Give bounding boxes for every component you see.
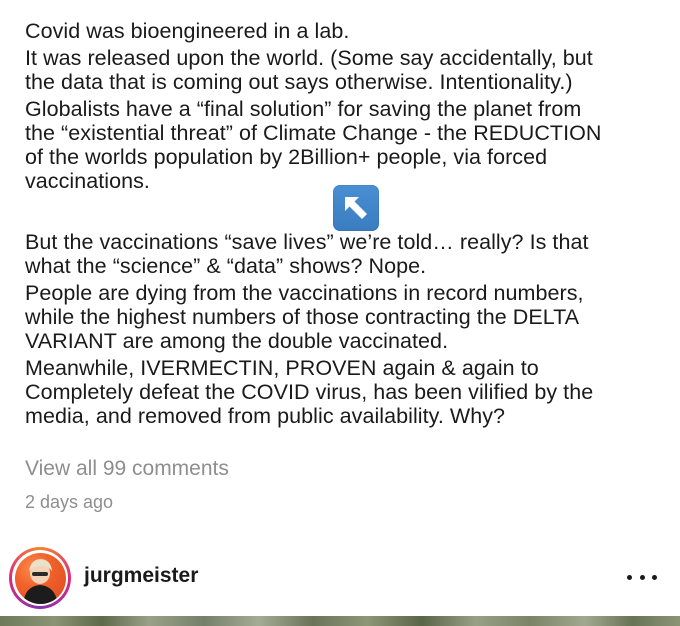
caption-line: But the vaccinations “save lives” we’re … bbox=[25, 230, 589, 254]
caption-line: the “existential threat” of Climate Chan… bbox=[25, 121, 602, 145]
up-left-arrow-emoji bbox=[333, 185, 379, 231]
caption-paragraph: Meanwhile, IVERMECTIN, PROVEN again & ag… bbox=[25, 356, 665, 428]
caption-paragraph: It was released upon the world. (Some sa… bbox=[25, 46, 665, 94]
caption-line: Completely defeat the COVID virus, has b… bbox=[25, 380, 594, 404]
caption-paragraph: But the vaccinations “save lives” we’re … bbox=[25, 230, 665, 278]
caption-line: what the “science” & “data” shows? Nope. bbox=[25, 254, 427, 278]
up-left-arrow-icon bbox=[345, 197, 367, 219]
view-all-comments-link[interactable]: View all 99 comments bbox=[25, 457, 229, 481]
caption-paragraph: Globalists have a “final solution” for s… bbox=[25, 97, 665, 193]
caption-line: VARIANT are among the double vaccinated. bbox=[25, 329, 449, 353]
caption-line: the data that is coming out says otherwi… bbox=[25, 70, 573, 94]
post-image-preview bbox=[0, 616, 680, 626]
caption-paragraph: Covid was bioengineered in a lab. bbox=[25, 19, 665, 43]
caption-line: media, and removed from public availabil… bbox=[25, 404, 506, 428]
caption-line: People are dying from the vaccinations i… bbox=[25, 281, 584, 305]
caption-line: Globalists have a “final solution” for s… bbox=[25, 97, 582, 121]
more-options-icon[interactable] bbox=[627, 568, 657, 586]
caption-line: of the worlds population by 2Billion+ pe… bbox=[25, 145, 548, 169]
story-ring[interactable] bbox=[9, 547, 71, 609]
caption-paragraph: People are dying from the vaccinations i… bbox=[25, 281, 665, 353]
next-post-header: jurgmeister bbox=[0, 540, 680, 616]
post-timestamp: 2 days ago bbox=[25, 492, 114, 512]
caption-line: while the highest numbers of those contr… bbox=[25, 305, 580, 329]
avatar-photo bbox=[22, 558, 58, 604]
caption-line: Covid was bioengineered in a lab. bbox=[25, 19, 350, 43]
username[interactable]: jurgmeister bbox=[84, 564, 198, 588]
user-avatar[interactable] bbox=[14, 552, 66, 604]
caption-line: It was released upon the world. (Some sa… bbox=[25, 46, 593, 70]
caption-line: Meanwhile, IVERMECTIN, PROVEN again & ag… bbox=[25, 356, 539, 380]
